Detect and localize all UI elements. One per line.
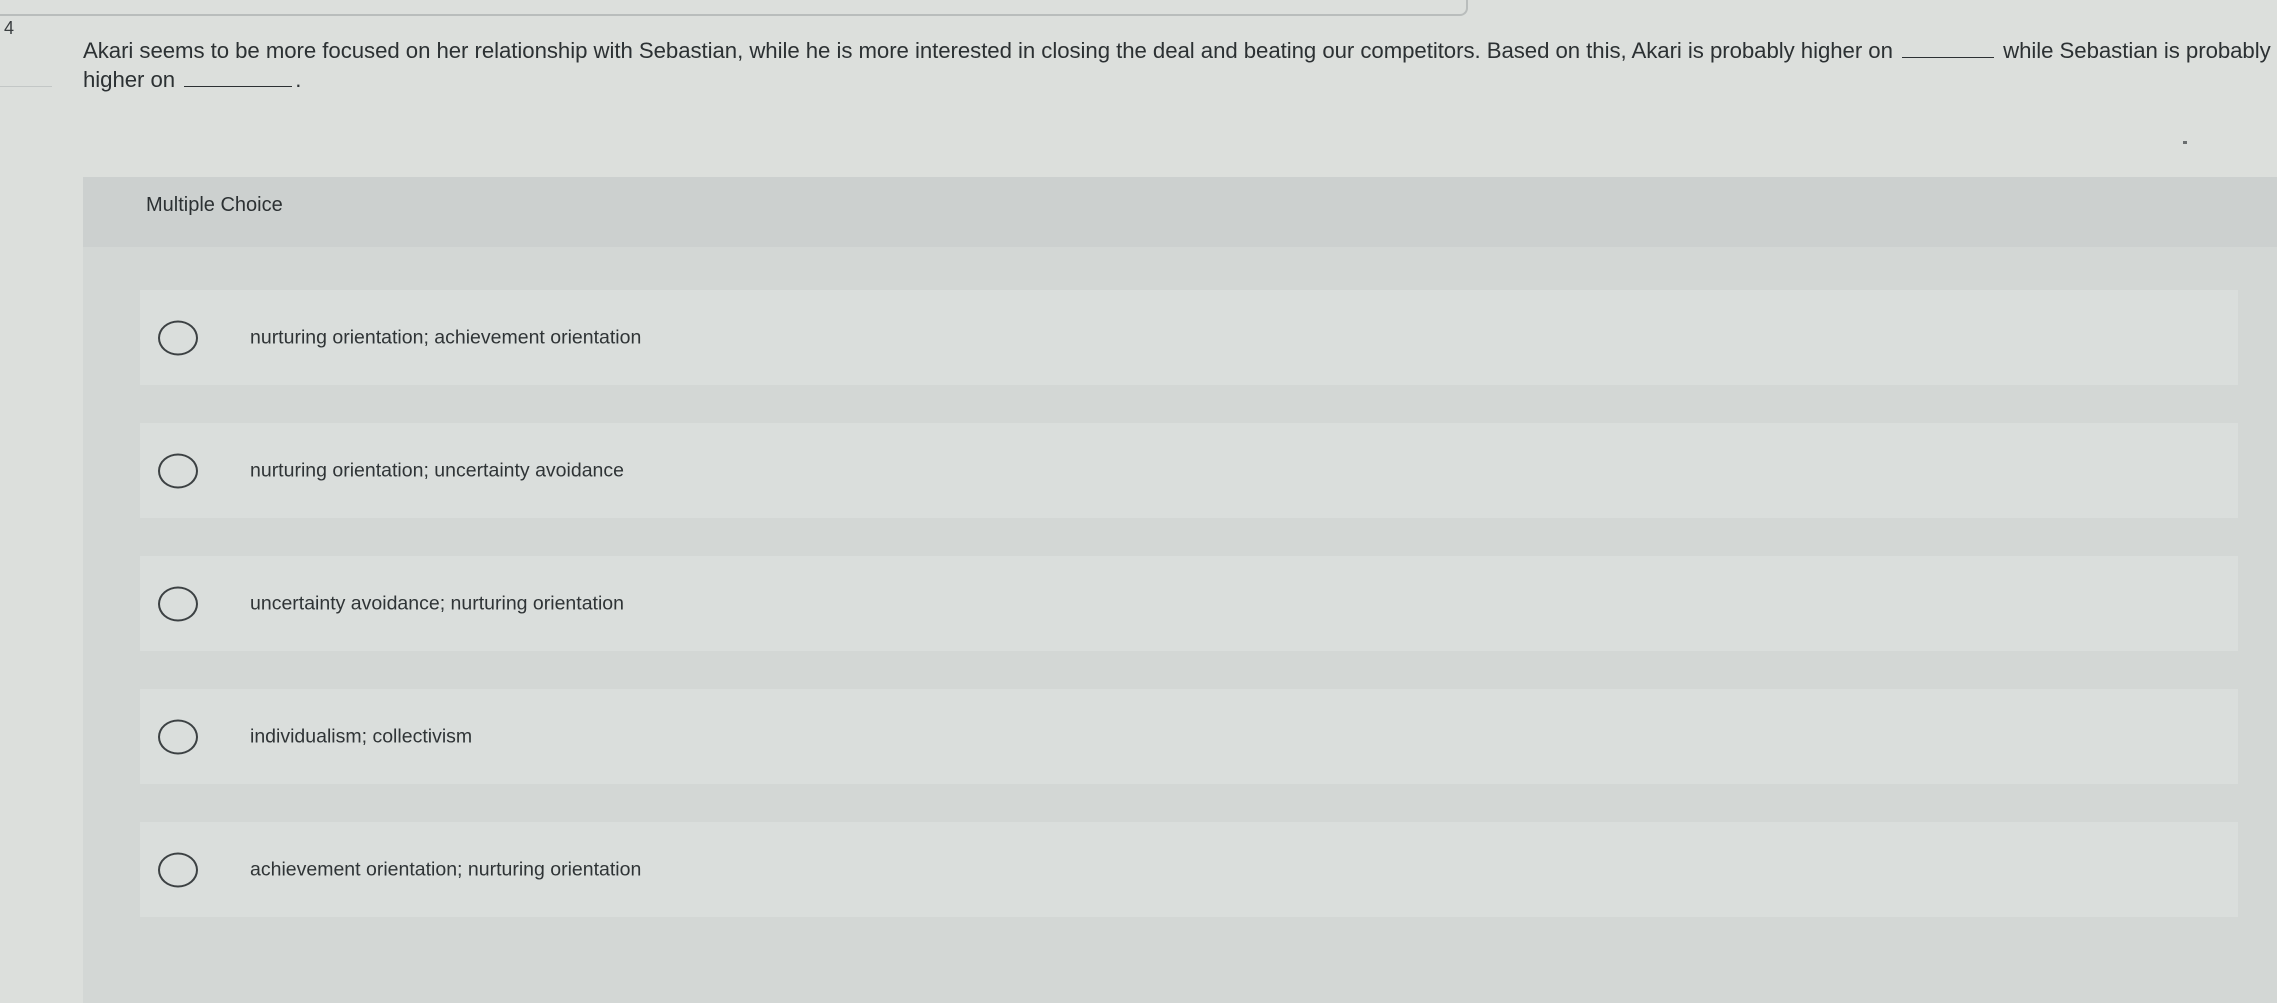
option-a[interactable]: nurturing orientation; achievement orien… bbox=[140, 290, 2238, 385]
question-prompt: Akari seems to be more focused on her re… bbox=[83, 36, 2273, 94]
top-frame-edge bbox=[0, 0, 1468, 16]
radio-button-icon[interactable] bbox=[158, 852, 198, 887]
option-e[interactable]: achievement orientation; nurturing orien… bbox=[140, 822, 2238, 917]
choice-header: Multiple Choice bbox=[83, 177, 2277, 247]
question-text-end: . bbox=[295, 67, 302, 92]
stray-mark bbox=[2183, 141, 2187, 144]
divider bbox=[0, 86, 52, 87]
options-list: nurturing orientation; achievement orien… bbox=[140, 290, 2238, 955]
radio-button-icon[interactable] bbox=[158, 320, 198, 355]
radio-button-icon[interactable] bbox=[158, 586, 198, 621]
option-b[interactable]: nurturing orientation; uncertainty avoid… bbox=[140, 423, 2238, 518]
option-label: nurturing orientation; achievement orien… bbox=[250, 326, 642, 348]
answer-blank-2 bbox=[184, 66, 293, 87]
option-label: nurturing orientation; uncertainty avoid… bbox=[250, 459, 624, 481]
multiple-choice-panel: Multiple Choice nurturing orientation; a… bbox=[83, 177, 2277, 1003]
choice-header-label: Multiple Choice bbox=[146, 194, 283, 216]
radio-button-icon[interactable] bbox=[158, 719, 198, 754]
question-number: 4 bbox=[4, 18, 15, 38]
option-c[interactable]: uncertainty avoidance; nurturing orienta… bbox=[140, 556, 2238, 651]
option-label: individualism; collectivism bbox=[250, 725, 473, 747]
option-label: uncertainty avoidance; nurturing orienta… bbox=[250, 592, 624, 614]
option-d[interactable]: individualism; collectivism bbox=[140, 689, 2238, 784]
option-label: achievement orientation; nurturing orien… bbox=[250, 858, 642, 880]
question-text-part1: Akari seems to be more focused on her re… bbox=[83, 38, 1893, 63]
radio-button-icon[interactable] bbox=[158, 453, 198, 488]
answer-blank-1 bbox=[1902, 37, 1994, 58]
